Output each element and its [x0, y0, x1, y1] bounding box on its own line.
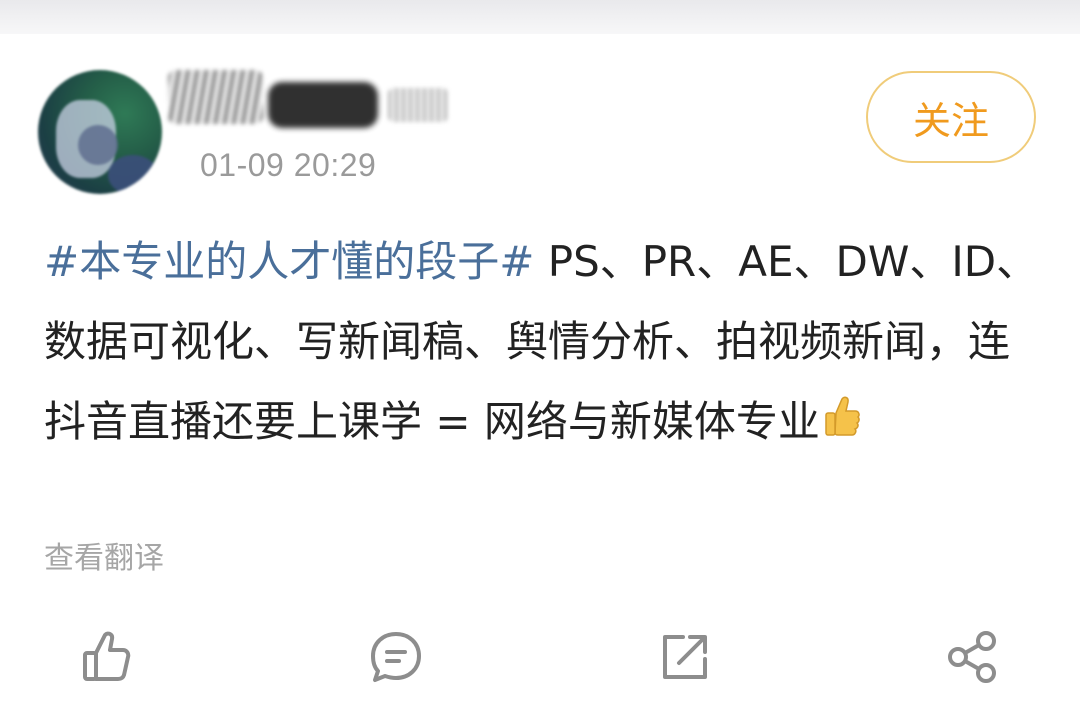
follow-button[interactable]: 关注	[866, 71, 1036, 163]
repost-icon	[663, 635, 707, 679]
translate-link[interactable]: 查看翻译	[44, 533, 164, 577]
repost-button[interactable]	[650, 622, 720, 692]
hashtag-link[interactable]: #本专业的人才懂的段子#	[44, 237, 534, 286]
avatar-blur-shape	[78, 125, 118, 165]
redaction-scribble	[388, 88, 448, 122]
redaction-scribble	[168, 70, 263, 124]
thumbs-up-outline-icon	[83, 631, 131, 681]
avatar[interactable]	[38, 70, 162, 194]
like-button[interactable]	[72, 622, 142, 692]
share-icon	[948, 631, 996, 683]
top-bar	[0, 0, 1080, 34]
post-timestamp: 01-09 20:29	[200, 147, 377, 183]
share-button[interactable]	[937, 622, 1007, 692]
post-body: #本专业的人才懂的段子# PS、PR、AE、DW、ID、数据可视化、写新闻稿、舆…	[44, 222, 1044, 465]
action-bar	[0, 622, 1080, 692]
thumbs-up-emoji-icon	[822, 385, 862, 465]
comment-button[interactable]	[361, 622, 431, 692]
comment-bubble-icon	[371, 632, 421, 682]
avatar-blur-shape	[108, 155, 158, 194]
redaction-scribble	[268, 82, 378, 128]
username-redacted[interactable]	[168, 62, 458, 138]
